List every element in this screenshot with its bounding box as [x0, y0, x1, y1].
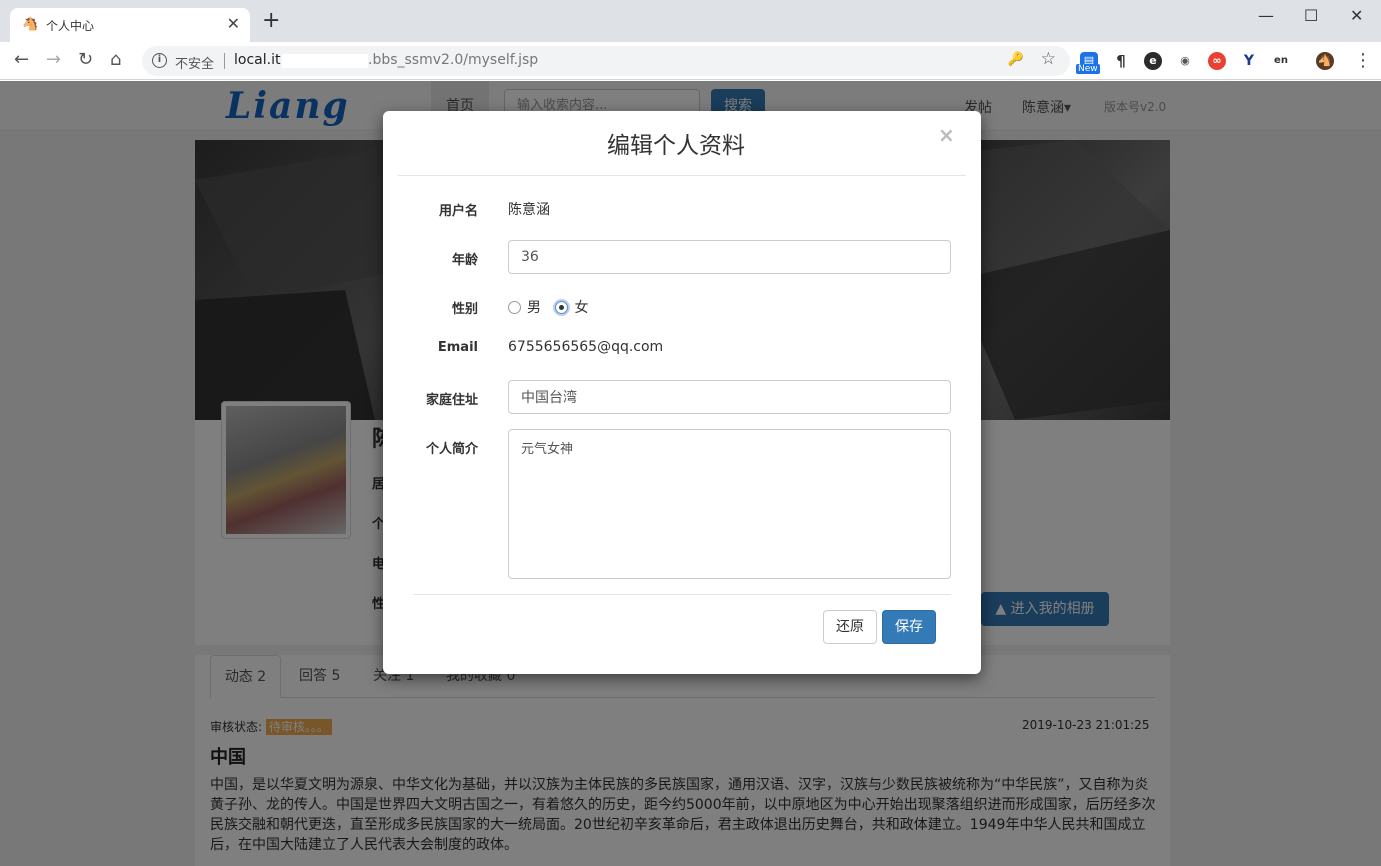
- extension-new-badge: New: [1076, 64, 1100, 74]
- profile-avatar-icon[interactable]: 🐴: [1316, 52, 1334, 70]
- reset-button[interactable]: 还原: [823, 610, 877, 644]
- bookmark-star-icon[interactable]: ☆: [1041, 49, 1056, 69]
- gender-radio-group: 男 女: [508, 297, 598, 317]
- new-tab-icon[interactable]: +: [262, 10, 280, 32]
- extension-e-icon[interactable]: e: [1144, 52, 1162, 70]
- username-value: 陈意涵: [508, 202, 550, 218]
- window-maximize-icon[interactable]: ☐: [1304, 6, 1318, 25]
- extension-infinity-icon[interactable]: ∞: [1208, 52, 1226, 70]
- tab-title: 个人中心: [46, 19, 95, 33]
- edit-profile-modal: 编辑个人资料 × 用户名 陈意涵 年龄 性别 男 女 Email 6755656…: [383, 111, 981, 674]
- address-field[interactable]: [508, 380, 951, 414]
- browser-tab[interactable]: 🐴 个人中心 ✕: [10, 8, 250, 42]
- address-bar[interactable]: i 不安全 local.it. .bbs_ssmv2.0/myself.jsp …: [142, 46, 1070, 76]
- extension-y-icon[interactable]: Y: [1240, 52, 1258, 70]
- security-label: 不安全: [175, 57, 215, 72]
- browser-menu-icon[interactable]: ⋮: [1354, 50, 1372, 71]
- email-label: Email: [437, 340, 478, 355]
- back-arrow-icon[interactable]: ←: [14, 50, 29, 70]
- url-host: local.it.: [234, 52, 285, 68]
- gender-male-label: 男: [527, 300, 541, 316]
- gender-female-label: 女: [574, 300, 589, 316]
- modal-footer-divider: [413, 594, 951, 595]
- intro-textarea[interactable]: 元气女神: [508, 429, 951, 579]
- intro-label: 个人简介: [425, 442, 478, 457]
- email-value: 6755656565@qq.com: [508, 339, 664, 355]
- username-label: 用户名: [438, 204, 478, 219]
- gender-male-radio[interactable]: [508, 301, 521, 314]
- forward-arrow-icon[interactable]: →: [46, 50, 61, 70]
- age-field[interactable]: [508, 240, 951, 274]
- window-close-icon[interactable]: ✕: [1350, 6, 1363, 25]
- reload-icon[interactable]: ↻: [78, 50, 93, 70]
- url-path: .bbs_ssmv2.0/myself.jsp: [368, 52, 539, 68]
- site-favicon-icon: 🐴: [22, 17, 39, 32]
- address-label: 家庭住址: [425, 393, 478, 408]
- key-icon[interactable]: 🔑: [1008, 52, 1024, 67]
- window-minimize-icon[interactable]: —: [1258, 6, 1274, 25]
- close-icon[interactable]: ×: [938, 123, 955, 147]
- modal-header-divider: [398, 175, 966, 176]
- extension-bulb-icon[interactable]: ◉: [1176, 52, 1194, 70]
- browser-toolbar: ← → ↻ ⌂ i 不安全 local.it. .bbs_ssmv2.0/mys…: [0, 42, 1381, 80]
- extension-en-icon[interactable]: en: [1272, 52, 1290, 70]
- home-icon[interactable]: ⌂: [110, 50, 121, 70]
- address-separator: [224, 53, 225, 69]
- url-redaction: [282, 54, 368, 68]
- extension-pilcrow-icon[interactable]: ¶: [1112, 52, 1130, 70]
- save-button[interactable]: 保存: [882, 610, 936, 644]
- modal-title: 编辑个人资料: [607, 133, 745, 159]
- browser-tabstrip: 🐴 个人中心 ✕ + — ☐ ✕: [0, 0, 1381, 42]
- tab-close-icon[interactable]: ✕: [227, 14, 240, 33]
- age-label: 年龄: [451, 253, 478, 268]
- gender-label: 性别: [451, 302, 478, 317]
- gender-female-radio[interactable]: [555, 301, 569, 314]
- info-icon[interactable]: i: [152, 53, 167, 68]
